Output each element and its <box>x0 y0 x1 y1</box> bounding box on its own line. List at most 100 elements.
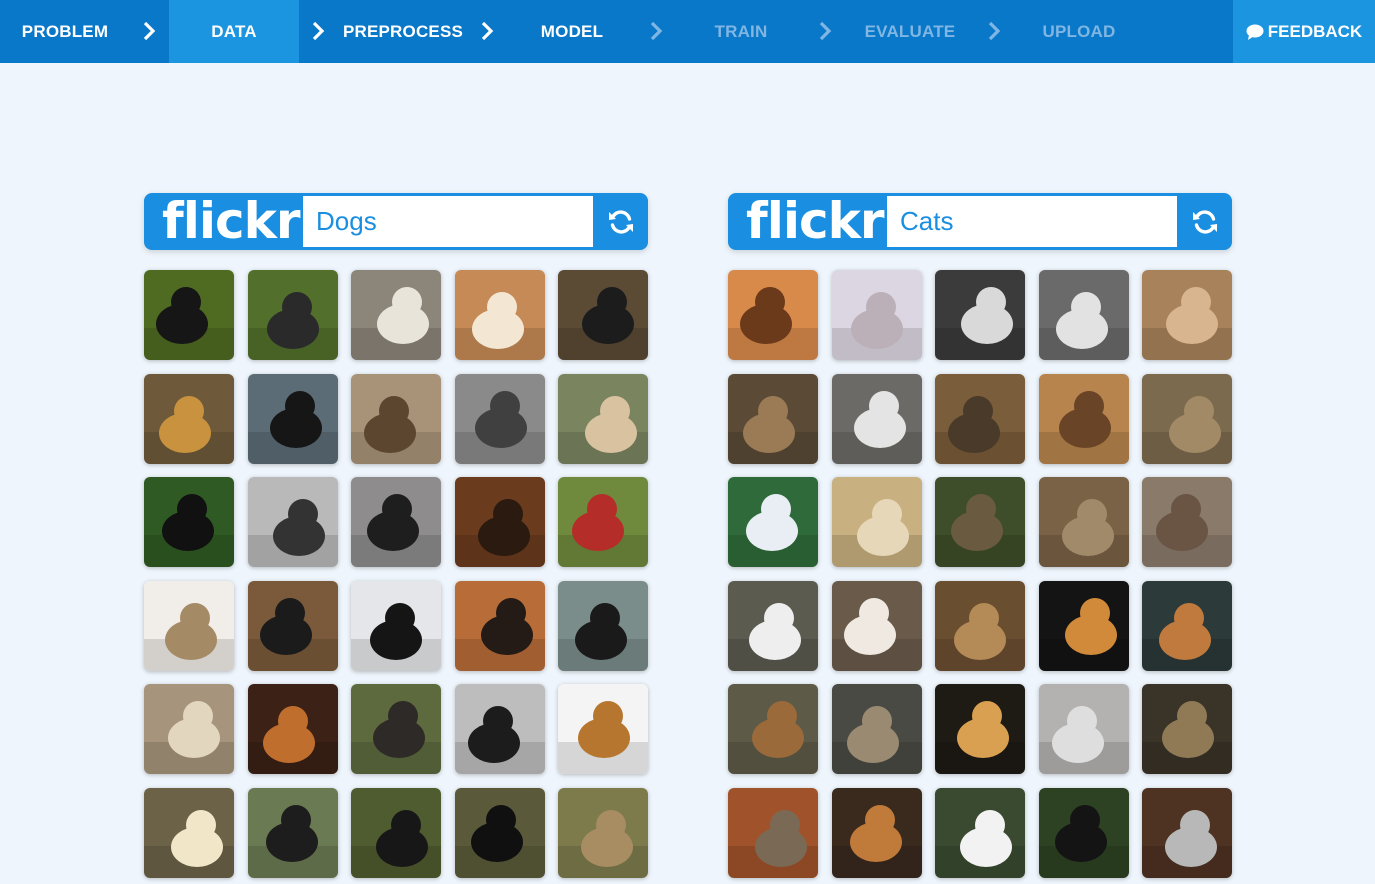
photo-thumbnail[interactable] <box>831 373 922 464</box>
photo-thumbnail[interactable] <box>351 684 441 774</box>
photo-thumbnail[interactable] <box>558 373 648 464</box>
photo-image <box>247 787 338 878</box>
photo-image <box>935 477 1025 567</box>
photo-image <box>1142 787 1232 878</box>
photo-thumbnail[interactable] <box>247 787 338 878</box>
step-train[interactable]: TRAIN <box>676 0 806 63</box>
photo-thumbnail[interactable] <box>454 373 545 464</box>
photo-thumbnail[interactable] <box>144 270 234 360</box>
step-model[interactable]: MODEL <box>507 0 637 63</box>
flickr-search-bar: flickr <box>144 193 648 250</box>
photo-thumbnail[interactable] <box>247 270 338 360</box>
photo-thumbnail[interactable] <box>831 477 922 567</box>
flickr-logo: flickr <box>746 192 885 250</box>
photo-image <box>728 580 818 671</box>
flickr-logo: flickr <box>162 192 301 250</box>
photo-thumbnail[interactable] <box>1038 787 1129 878</box>
photo-thumbnail[interactable] <box>1142 270 1232 360</box>
step-evaluate[interactable]: EVALUATE <box>845 0 975 63</box>
photo-thumbnail[interactable] <box>1142 787 1232 878</box>
photo-thumbnail[interactable] <box>558 580 648 671</box>
photo-image <box>558 477 648 567</box>
photo-thumbnail[interactable] <box>247 580 338 671</box>
photo-thumbnail[interactable] <box>1142 684 1232 774</box>
photo-thumbnail[interactable] <box>144 787 234 878</box>
photo-image <box>558 787 648 878</box>
photo-thumbnail[interactable] <box>1038 580 1129 671</box>
photo-thumbnail[interactable] <box>247 477 338 567</box>
photo-thumbnail[interactable] <box>935 684 1025 774</box>
step-upload[interactable]: UPLOAD <box>1014 0 1144 63</box>
photo-thumbnail[interactable] <box>831 270 922 360</box>
photo-thumbnail[interactable] <box>351 580 441 671</box>
photo-image <box>144 684 234 774</box>
refresh-button[interactable] <box>1178 193 1232 250</box>
photo-image <box>247 580 338 671</box>
photo-thumbnail[interactable] <box>831 684 922 774</box>
photo-thumbnail[interactable] <box>247 373 338 464</box>
feedback-button[interactable]: FEEDBACK <box>1233 0 1375 63</box>
photo-thumbnail[interactable] <box>558 270 648 360</box>
photo-image <box>1142 477 1232 567</box>
photo-thumbnail[interactable] <box>454 477 545 567</box>
photo-thumbnail[interactable] <box>728 787 818 878</box>
photo-thumbnail[interactable] <box>728 580 818 671</box>
photo-thumbnail[interactable] <box>558 787 648 878</box>
dogs-thumbnail-grid <box>144 270 648 878</box>
photo-thumbnail[interactable] <box>728 684 818 774</box>
step-data[interactable]: DATA <box>169 0 299 63</box>
photo-thumbnail[interactable] <box>935 477 1025 567</box>
photo-thumbnail[interactable] <box>144 373 234 464</box>
photo-thumbnail[interactable] <box>1038 684 1129 774</box>
refresh-icon <box>1193 209 1217 234</box>
step-preprocess[interactable]: PREPROCESS <box>338 0 468 63</box>
photo-image <box>454 580 545 671</box>
photo-image <box>728 270 818 360</box>
photo-thumbnail[interactable] <box>1142 477 1232 567</box>
photo-thumbnail[interactable] <box>558 684 648 774</box>
photo-image <box>935 580 1025 671</box>
photo-image <box>1038 684 1129 774</box>
photo-thumbnail[interactable] <box>351 270 441 360</box>
photo-thumbnail[interactable] <box>935 580 1025 671</box>
photo-thumbnail[interactable] <box>144 580 234 671</box>
photo-thumbnail[interactable] <box>454 580 545 671</box>
photo-thumbnail[interactable] <box>1142 580 1232 671</box>
refresh-button[interactable] <box>594 193 648 250</box>
photo-thumbnail[interactable] <box>935 373 1025 464</box>
photo-thumbnail[interactable] <box>144 477 234 567</box>
search-input[interactable] <box>887 196 1177 247</box>
photo-thumbnail[interactable] <box>1038 477 1129 567</box>
photo-thumbnail[interactable] <box>351 477 441 567</box>
photo-image <box>1038 373 1129 464</box>
photo-thumbnail[interactable] <box>454 270 545 360</box>
photo-thumbnail[interactable] <box>935 787 1025 878</box>
photo-thumbnail[interactable] <box>454 787 545 878</box>
photo-thumbnail[interactable] <box>1038 270 1129 360</box>
photo-thumbnail[interactable] <box>1038 373 1129 464</box>
step-problem[interactable]: PROBLEM <box>0 0 130 63</box>
photo-thumbnail[interactable] <box>351 787 441 878</box>
photo-image <box>558 270 648 360</box>
photo-image <box>558 684 648 774</box>
photo-image <box>558 580 648 671</box>
photo-image <box>454 477 545 567</box>
photo-thumbnail[interactable] <box>454 684 545 774</box>
chevron-right-icon <box>816 19 834 43</box>
photo-thumbnail[interactable] <box>728 373 818 464</box>
photo-image <box>1142 580 1232 671</box>
photo-thumbnail[interactable] <box>728 270 818 360</box>
photo-image <box>144 787 234 878</box>
photo-thumbnail[interactable] <box>144 684 234 774</box>
search-input[interactable] <box>303 196 593 247</box>
photo-thumbnail[interactable] <box>831 580 922 671</box>
photo-thumbnail[interactable] <box>247 684 338 774</box>
photo-image <box>935 684 1025 774</box>
photo-thumbnail[interactable] <box>351 373 441 464</box>
photo-thumbnail[interactable] <box>558 477 648 567</box>
photo-thumbnail[interactable] <box>831 787 922 878</box>
photo-image <box>935 270 1025 360</box>
photo-thumbnail[interactable] <box>1142 373 1232 464</box>
photo-thumbnail[interactable] <box>728 477 818 567</box>
photo-thumbnail[interactable] <box>935 270 1025 360</box>
